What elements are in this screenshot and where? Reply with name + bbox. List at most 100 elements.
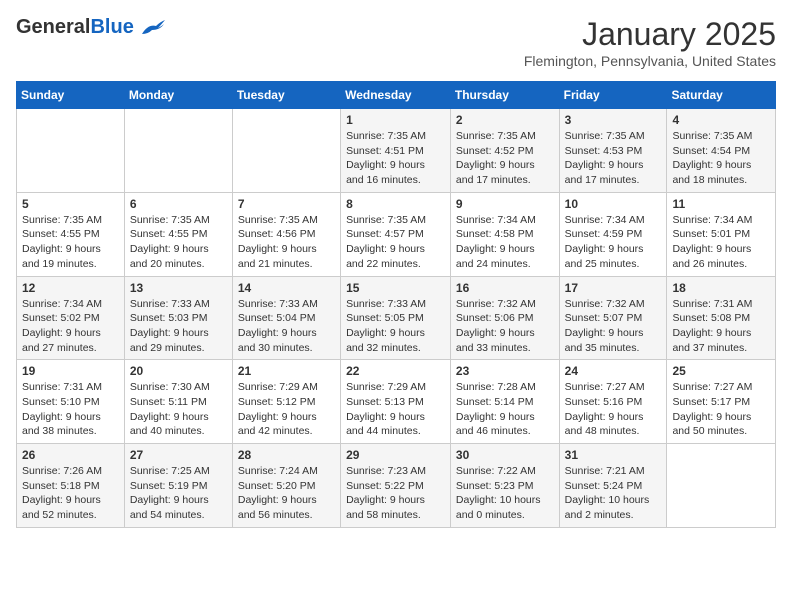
calendar-cell: 27Sunrise: 7:25 AMSunset: 5:19 PMDayligh… — [124, 444, 232, 528]
day-number: 4 — [672, 113, 770, 127]
calendar-cell: 13Sunrise: 7:33 AMSunset: 5:03 PMDayligh… — [124, 276, 232, 360]
day-number: 17 — [565, 281, 662, 295]
day-info: Sunrise: 7:31 AMSunset: 5:08 PMDaylight:… — [672, 297, 770, 356]
calendar-cell: 31 Sunrise: 7:21 AMSunset: 5:24 PMDayligh… — [559, 444, 667, 528]
day-number: 25 — [672, 364, 770, 378]
day-info: Sunrise: 7:35 AMSunset: 4:55 PMDaylight:… — [130, 213, 227, 272]
calendar-cell — [667, 444, 776, 528]
day-info: Sunrise: 7:35 AMSunset: 4:52 PMDaylight:… — [456, 129, 554, 188]
day-info: Sunrise: 7:33 AMSunset: 5:05 PMDaylight:… — [346, 297, 445, 356]
day-info: Sunrise: 7:27 AMSunset: 5:17 PMDaylight:… — [672, 380, 770, 439]
calendar-cell: 16 Sunrise: 7:32 AMSunset: 5:06 PMDayligh… — [450, 276, 559, 360]
weekday-header-monday: Monday — [124, 82, 232, 109]
day-number: 1 — [346, 113, 445, 127]
day-info: Sunrise: 7:21 AMSunset: 5:24 PMDaylight:… — [565, 464, 662, 523]
day-info: Sunrise: 7:30 AMSunset: 5:11 PMDaylight:… — [130, 380, 227, 439]
day-info: Sunrise: 7:27 AMSunset: 5:16 PMDaylight:… — [565, 380, 662, 439]
calendar-cell: 22 Sunrise: 7:29 AMSunset: 5:13 PMDayligh… — [341, 360, 451, 444]
day-info: Sunrise: 7:23 AMSunset: 5:22 PMDaylight:… — [346, 464, 445, 523]
calendar-week-row: 26 Sunrise: 7:26 AMSunset: 5:18 PMDayligh… — [17, 444, 776, 528]
day-number: 26 — [22, 448, 119, 462]
day-info: Sunrise: 7:35 AMSunset: 4:53 PMDaylight:… — [565, 129, 662, 188]
weekday-header-sunday: Sunday — [17, 82, 125, 109]
day-info: Sunrise: 7:22 AMSunset: 5:23 PMDaylight:… — [456, 464, 554, 523]
day-number: 15 — [346, 281, 445, 295]
calendar-cell — [232, 109, 340, 193]
weekday-header-saturday: Saturday — [667, 82, 776, 109]
day-number: 28 — [238, 448, 335, 462]
day-number: 24 — [565, 364, 662, 378]
calendar-cell: 21 Sunrise: 7:29 AMSunset: 5:12 PMDayligh… — [232, 360, 340, 444]
day-number: 21 — [238, 364, 335, 378]
calendar-week-row: 19 Sunrise: 7:31 AMSunset: 5:10 PMDayligh… — [17, 360, 776, 444]
day-number: 11 — [672, 197, 770, 211]
calendar-cell: 29Sunrise: 7:23 AMSunset: 5:22 PMDayligh… — [341, 444, 451, 528]
day-info: Sunrise: 7:28 AMSunset: 5:14 PMDaylight:… — [456, 380, 554, 439]
calendar-cell: 1 Sunrise: 7:35 AMSunset: 4:51 PMDaylight… — [341, 109, 451, 193]
day-number: 22 — [346, 364, 445, 378]
day-number: 16 — [456, 281, 554, 295]
day-number: 5 — [22, 197, 119, 211]
calendar-cell: 28 Sunrise: 7:24 AMSunset: 5:20 PMDayligh… — [232, 444, 340, 528]
month-title: January 2025 — [524, 16, 776, 53]
day-number: 3 — [565, 113, 662, 127]
day-info: Sunrise: 7:26 AMSunset: 5:18 PMDaylight:… — [22, 464, 119, 523]
day-number: 30 — [456, 448, 554, 462]
logo-general: General — [16, 16, 90, 38]
day-info: Sunrise: 7:34 AMSunset: 5:01 PMDaylight:… — [672, 213, 770, 272]
day-info: Sunrise: 7:29 AMSunset: 5:13 PMDaylight:… — [346, 380, 445, 439]
calendar-week-row: 5 Sunrise: 7:35 AMSunset: 4:55 PMDaylight… — [17, 192, 776, 276]
calendar-cell: 30 Sunrise: 7:22 AMSunset: 5:23 PMDayligh… — [450, 444, 559, 528]
calendar-cell: 19 Sunrise: 7:31 AMSunset: 5:10 PMDayligh… — [17, 360, 125, 444]
day-number: 23 — [456, 364, 554, 378]
day-info: Sunrise: 7:31 AMSunset: 5:10 PMDaylight:… — [22, 380, 119, 439]
day-info: Sunrise: 7:29 AMSunset: 5:12 PMDaylight:… — [238, 380, 335, 439]
day-info: Sunrise: 7:34 AMSunset: 5:02 PMDaylight:… — [22, 297, 119, 356]
day-info: Sunrise: 7:24 AMSunset: 5:20 PMDaylight:… — [238, 464, 335, 523]
calendar-cell: 20 Sunrise: 7:30 AMSunset: 5:11 PMDayligh… — [124, 360, 232, 444]
calendar-cell — [124, 109, 232, 193]
calendar-cell: 9Sunrise: 7:34 AMSunset: 4:58 PMDaylight… — [450, 192, 559, 276]
calendar-cell: 2Sunrise: 7:35 AMSunset: 4:52 PMDaylight… — [450, 109, 559, 193]
day-number: 9 — [456, 197, 554, 211]
calendar-cell: 4 Sunrise: 7:35 AMSunset: 4:54 PMDaylight… — [667, 109, 776, 193]
calendar-cell: 14Sunrise: 7:33 AMSunset: 5:04 PMDayligh… — [232, 276, 340, 360]
day-number: 10 — [565, 197, 662, 211]
page-header: GeneralBlue January 2025 Flemington, Pen… — [16, 16, 776, 69]
day-info: Sunrise: 7:32 AMSunset: 5:07 PMDaylight:… — [565, 297, 662, 356]
calendar-cell: 8 Sunrise: 7:35 AMSunset: 4:57 PMDaylight… — [341, 192, 451, 276]
day-number: 12 — [22, 281, 119, 295]
weekday-header-thursday: Thursday — [450, 82, 559, 109]
day-info: Sunrise: 7:35 AMSunset: 4:56 PMDaylight:… — [238, 213, 335, 272]
location: Flemington, Pennsylvania, United States — [524, 53, 776, 69]
weekday-header-friday: Friday — [559, 82, 667, 109]
day-number: 8 — [346, 197, 445, 211]
calendar-cell: 12 Sunrise: 7:34 AMSunset: 5:02 PMDayligh… — [17, 276, 125, 360]
calendar-table: SundayMondayTuesdayWednesdayThursdayFrid… — [16, 81, 776, 528]
calendar-cell: 3 Sunrise: 7:35 AMSunset: 4:53 PMDaylight… — [559, 109, 667, 193]
calendar-cell: 10 Sunrise: 7:34 AMSunset: 4:59 PMDayligh… — [559, 192, 667, 276]
day-info: Sunrise: 7:34 AMSunset: 4:59 PMDaylight:… — [565, 213, 662, 272]
calendar-cell: 24 Sunrise: 7:27 AMSunset: 5:16 PMDayligh… — [559, 360, 667, 444]
calendar-cell — [17, 109, 125, 193]
calendar-cell: 5 Sunrise: 7:35 AMSunset: 4:55 PMDaylight… — [17, 192, 125, 276]
calendar-cell: 7 Sunrise: 7:35 AMSunset: 4:56 PMDaylight… — [232, 192, 340, 276]
weekday-header-wednesday: Wednesday — [341, 82, 451, 109]
logo-blue: Blue — [90, 16, 133, 38]
day-number: 20 — [130, 364, 227, 378]
day-info: Sunrise: 7:32 AMSunset: 5:06 PMDaylight:… — [456, 297, 554, 356]
day-info: Sunrise: 7:35 AMSunset: 4:51 PMDaylight:… — [346, 129, 445, 188]
day-number: 27 — [130, 448, 227, 462]
day-number: 31 — [565, 448, 662, 462]
logo-bird-icon — [138, 16, 166, 38]
calendar-week-row: 12 Sunrise: 7:34 AMSunset: 5:02 PMDayligh… — [17, 276, 776, 360]
calendar-cell: 6 Sunrise: 7:35 AMSunset: 4:55 PMDaylight… — [124, 192, 232, 276]
day-info: Sunrise: 7:35 AMSunset: 4:55 PMDaylight:… — [22, 213, 119, 272]
calendar-cell: 26 Sunrise: 7:26 AMSunset: 5:18 PMDayligh… — [17, 444, 125, 528]
day-number: 6 — [130, 197, 227, 211]
day-info: Sunrise: 7:35 AMSunset: 4:54 PMDaylight:… — [672, 129, 770, 188]
day-number: 19 — [22, 364, 119, 378]
day-number: 7 — [238, 197, 335, 211]
day-number: 13 — [130, 281, 227, 295]
day-info: Sunrise: 7:35 AMSunset: 4:57 PMDaylight:… — [346, 213, 445, 272]
